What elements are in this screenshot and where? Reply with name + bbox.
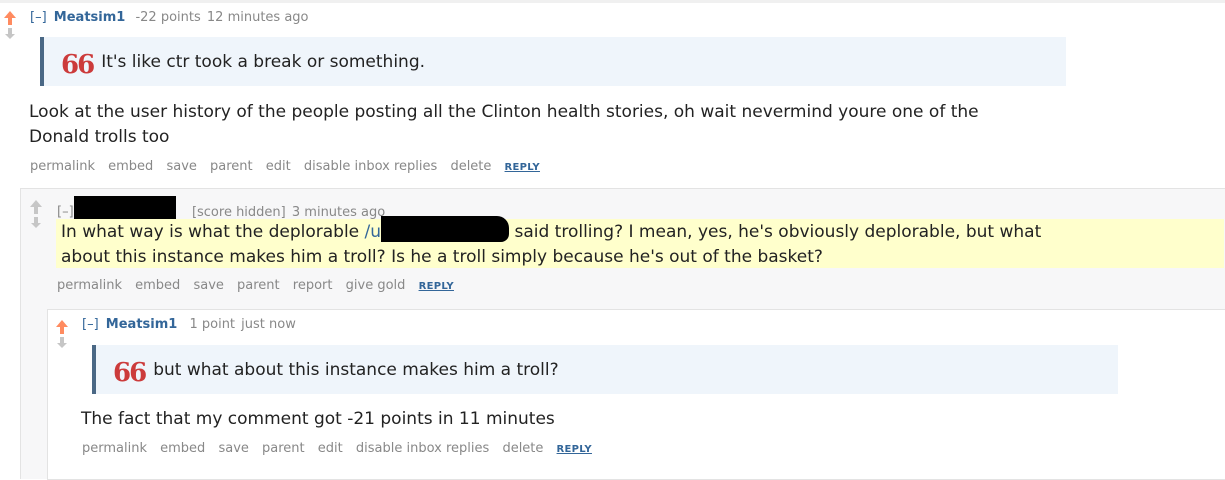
disable-inbox-replies-button[interactable]: disable inbox replies [304, 159, 437, 174]
disable-inbox-replies-button[interactable]: disable inbox replies [356, 441, 489, 456]
top-divider [0, 0, 1225, 3]
delete-button[interactable]: delete [502, 441, 543, 456]
save-button[interactable]: save [218, 441, 248, 456]
comment-body-line: In what way is what the deplorable /u sa… [61, 216, 1224, 245]
upvote-arrow-icon[interactable] [30, 200, 42, 214]
collapse-toggle[interactable]: [–] [57, 205, 74, 220]
comment2-voter [30, 200, 42, 228]
comment-time: 3 minutes ago [291, 204, 386, 220]
comment1-voter [4, 11, 16, 39]
parent-button[interactable]: parent [210, 159, 253, 174]
parent-button[interactable]: parent [237, 278, 280, 293]
give-gold-button[interactable]: give gold [346, 278, 406, 293]
redacted-username [381, 216, 510, 242]
body-text-segment: In what way is what the deplorable [61, 222, 360, 242]
edit-button[interactable]: edit [318, 441, 343, 456]
comment2-body: In what way is what the deplorable /u sa… [56, 216, 1224, 268]
collapse-toggle[interactable]: [–] [82, 317, 99, 332]
reply-button[interactable]: REPLY [557, 444, 592, 455]
comment-body-line: Donald trolls too [29, 127, 170, 147]
permalink-button[interactable]: permalink [82, 441, 147, 456]
embed-button[interactable]: embed [160, 441, 205, 456]
comment-time: 12 minutes ago [206, 10, 309, 25]
downvote-arrow-icon[interactable] [5, 28, 15, 39]
downvote-arrow-icon[interactable] [57, 337, 67, 348]
quote-text: but what about this instance makes him a… [153, 359, 559, 380]
comment3-body: The fact that my comment got -21 points … [81, 407, 555, 432]
comment-score: [score hidden] [191, 204, 286, 220]
save-button[interactable]: save [166, 159, 196, 174]
delete-button[interactable]: delete [450, 159, 491, 174]
quote-mark-icon: 66 [113, 357, 147, 388]
embed-button[interactable]: embed [108, 159, 153, 174]
save-button[interactable]: save [193, 278, 223, 293]
comment-author[interactable]: Meatsim1 [54, 10, 126, 25]
comment1-blockquote: 66 It's like ctr took a break or somethi… [40, 37, 1066, 86]
permalink-button[interactable]: permalink [57, 278, 122, 293]
comment-body-line: about this instance makes him a troll? I… [61, 247, 823, 267]
comment3-tagline: [–] Meatsim1 1 point just now [82, 317, 296, 332]
upvote-arrow-icon[interactable] [4, 11, 16, 25]
comment-score: -22 points [135, 10, 201, 25]
comment-body-line: Look at the user history of the people p… [29, 102, 979, 122]
embed-button[interactable]: embed [135, 278, 180, 293]
comment3-buttons: permalink embed save parent edit disable… [82, 441, 601, 456]
comment-author[interactable]: Meatsim1 [106, 317, 178, 332]
comment3-blockquote: 66 but what about this instance makes hi… [92, 345, 1118, 394]
comment-body-line: The fact that my comment got -21 points … [81, 409, 555, 429]
comment-time: just now [241, 317, 296, 332]
downvote-arrow-icon[interactable] [31, 217, 41, 228]
collapse-toggle[interactable]: [–] [30, 10, 47, 25]
edit-button[interactable]: edit [266, 159, 291, 174]
quote-mark-icon: 66 [61, 49, 95, 80]
quote-text: It's like ctr took a break or something. [101, 51, 426, 72]
report-button[interactable]: report [293, 278, 333, 293]
comment1-tagline: [–] Meatsim1 -22 points 12 minutes ago [30, 10, 309, 25]
reply-button[interactable]: REPLY [419, 281, 454, 292]
parent-button[interactable]: parent [262, 441, 305, 456]
comment1-body: Look at the user history of the people p… [29, 100, 1069, 150]
comment-score: 1 point [189, 317, 236, 332]
permalink-button[interactable]: permalink [30, 159, 95, 174]
comment1-buttons: permalink embed save parent edit disable… [30, 159, 549, 174]
comment2-buttons: permalink embed save parent report give … [57, 278, 463, 293]
upvote-arrow-icon[interactable] [56, 320, 68, 334]
user-link[interactable]: /u [365, 222, 382, 242]
body-text-segment: said trolling? I mean, yes, he's obvious… [514, 222, 1042, 242]
comment3-voter [56, 320, 68, 348]
reply-button[interactable]: REPLY [505, 162, 540, 173]
